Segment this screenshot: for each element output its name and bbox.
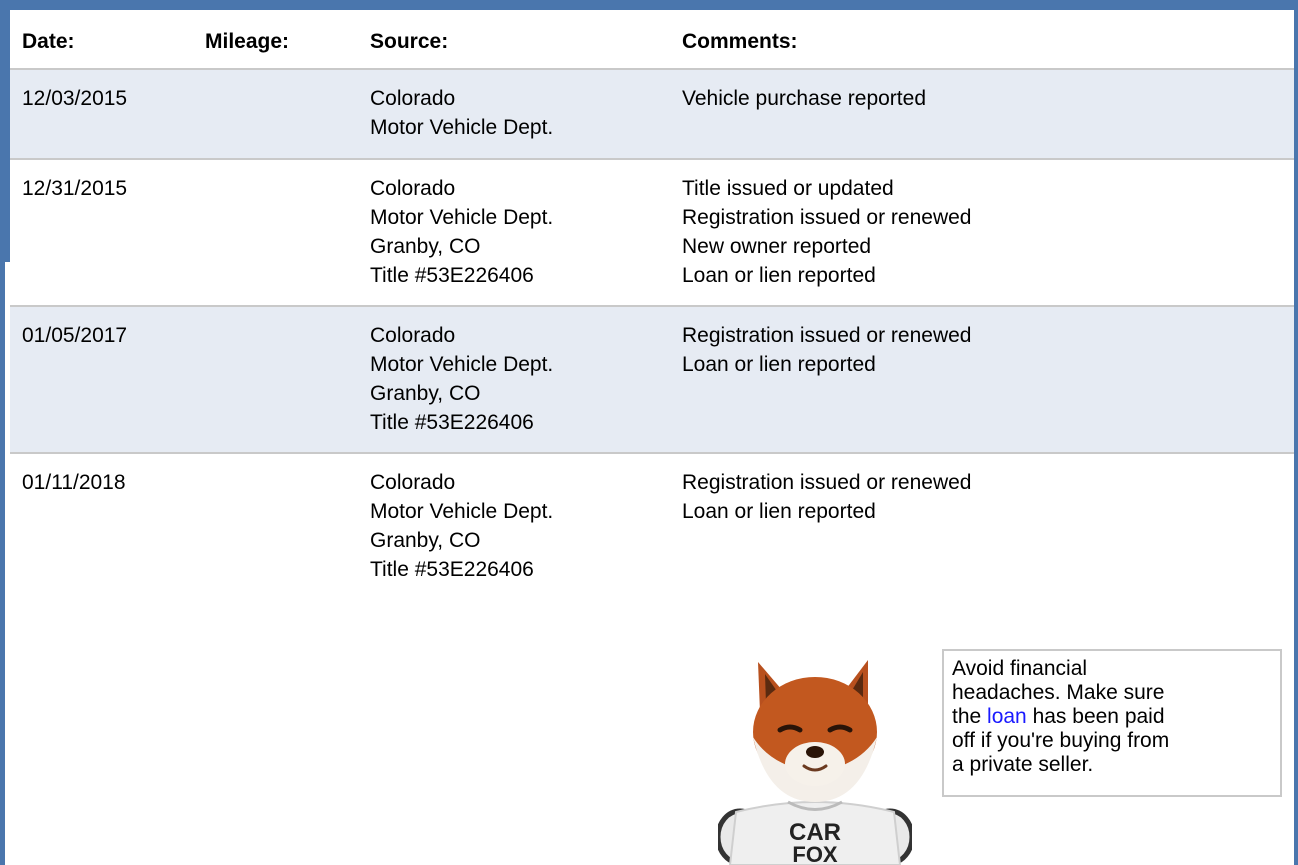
- source-line: Title #53E226406: [370, 558, 534, 581]
- source-line: Granby, CO: [370, 382, 481, 405]
- row-source: Colorado Motor Vehicle Dept. Granby, CO …: [370, 174, 553, 290]
- source-line: Colorado: [370, 87, 456, 110]
- tip-line: Avoid financial: [952, 657, 1088, 680]
- header-mileage: Mileage:: [205, 30, 290, 53]
- source-line: Colorado: [370, 471, 456, 494]
- table-row: 01/05/2017 Colorado Motor Vehicle Dept. …: [10, 307, 1294, 454]
- carfox-mascot-image: CAR FOX: [718, 660, 912, 865]
- tip-line: the loan has been paid: [952, 705, 1280, 729]
- window-frame-right: [1294, 0, 1298, 865]
- source-line: Granby, CO: [370, 235, 481, 258]
- source-line: Granby, CO: [370, 529, 481, 552]
- row-date: 12/03/2015: [22, 87, 128, 110]
- row-comments: Vehicle purchase reported: [682, 84, 926, 113]
- tip-line: off if you're buying from: [952, 729, 1170, 752]
- table-row: 12/31/2015 Colorado Motor Vehicle Dept. …: [10, 160, 1294, 307]
- source-line: Colorado: [370, 324, 456, 347]
- window-frame-left-line: [0, 262, 5, 865]
- source-line: Colorado: [370, 177, 456, 200]
- history-table: Date: Mileage: Source: Comments: 12/03/2…: [10, 10, 1294, 604]
- row-date: 12/31/2015: [22, 177, 128, 200]
- header-comments: Comments:: [682, 30, 798, 53]
- window-frame-top: [0, 0, 1298, 10]
- comment-line: Loan or lien reported: [682, 353, 876, 376]
- tip-line: headaches. Make sure: [952, 681, 1165, 704]
- comment-line: Registration issued or renewed: [682, 324, 972, 347]
- loan-link[interactable]: loan: [987, 705, 1027, 728]
- window-frame-left: [0, 0, 10, 262]
- table-row: 12/03/2015 Colorado Motor Vehicle Dept. …: [10, 70, 1294, 160]
- tip-text: the: [952, 705, 988, 728]
- row-comments: Registration issued or renewed Loan or l…: [682, 321, 972, 379]
- table-row: 01/11/2018 Colorado Motor Vehicle Dept. …: [10, 454, 1294, 604]
- row-source: Colorado Motor Vehicle Dept.: [370, 84, 553, 142]
- source-line: Motor Vehicle Dept.: [370, 500, 554, 523]
- header-date: Date:: [22, 30, 75, 53]
- tip-text: has been paid: [1026, 705, 1165, 728]
- comment-line: Registration issued or renewed: [682, 471, 972, 494]
- comment-line: Loan or lien reported: [682, 500, 876, 523]
- tip-line: a private seller.: [952, 753, 1094, 776]
- source-line: Motor Vehicle Dept.: [370, 206, 554, 229]
- source-line: Motor Vehicle Dept.: [370, 353, 554, 376]
- row-source: Colorado Motor Vehicle Dept. Granby, CO …: [370, 321, 553, 437]
- row-date: 01/05/2017: [22, 324, 128, 347]
- comment-line: Title issued or updated: [682, 177, 894, 200]
- row-comments: Title issued or updated Registration iss…: [682, 174, 972, 290]
- source-line: Title #53E226406: [370, 411, 534, 434]
- source-line: Title #53E226406: [370, 264, 534, 287]
- table-header: Date: Mileage: Source: Comments:: [10, 10, 1294, 70]
- source-line: Motor Vehicle Dept.: [370, 116, 554, 139]
- comment-line: Loan or lien reported: [682, 264, 876, 287]
- row-comments: Registration issued or renewed Loan or l…: [682, 468, 972, 526]
- header-source: Source:: [370, 30, 449, 53]
- comment-line: Vehicle purchase reported: [682, 87, 926, 110]
- row-date: 01/11/2018: [22, 471, 126, 494]
- shirt-text-fox: FOX: [792, 842, 838, 865]
- comment-line: Registration issued or renewed: [682, 206, 972, 229]
- loan-tip-box: Avoid financial headaches. Make sure the…: [942, 649, 1282, 797]
- row-source: Colorado Motor Vehicle Dept. Granby, CO …: [370, 468, 553, 584]
- comment-line: New owner reported: [682, 235, 872, 258]
